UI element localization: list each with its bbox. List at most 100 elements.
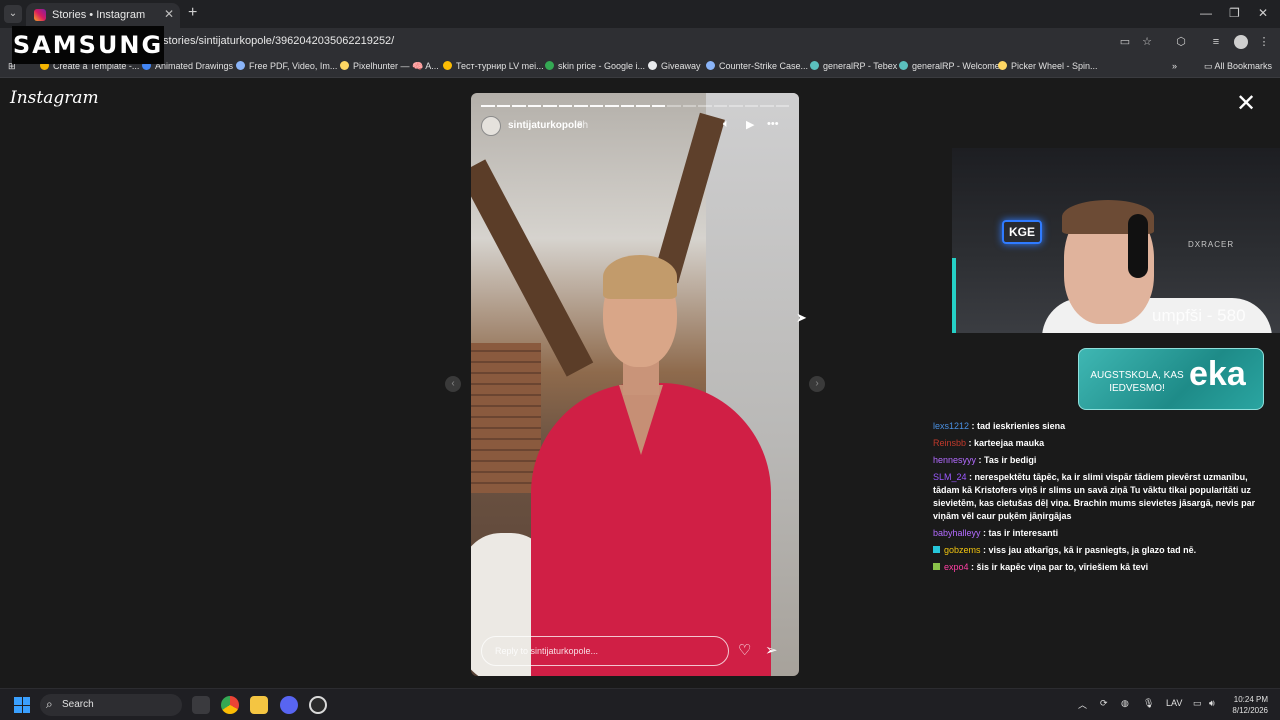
tray-overflow-icon[interactable]: ︿ [1078, 698, 1087, 711]
story-progress-segment [682, 105, 696, 107]
clock-date: 8/12/2026 [1232, 706, 1268, 715]
story-progress-segment [574, 105, 588, 107]
bookmark-item[interactable]: Counter-Strike Case... [706, 61, 808, 71]
bookmark-item[interactable]: generalRP - Welcome [899, 61, 1000, 71]
taskbar-search[interactable]: ⌕ Search [40, 694, 182, 716]
chat-message: babyhalleyy : tas ir interesanti [930, 527, 1276, 540]
chat-username[interactable]: Reinsbb [933, 438, 966, 448]
window-close-icon[interactable]: ✕ [1258, 6, 1268, 20]
all-bookmarks-folder[interactable]: ▭ All Bookmarks [1204, 61, 1272, 72]
chat-text: : viss jau atkarīgs, kā ir pasniegts, ja… [983, 545, 1197, 555]
maximize-icon[interactable]: ❐ [1229, 6, 1240, 20]
windows-start-icon[interactable] [14, 697, 30, 713]
share-send-icon[interactable]: ➢ [765, 641, 778, 659]
tray-network-icon[interactable]: ◍ [1121, 698, 1129, 709]
chat-message: hennesyyy : Tas ir bedigi [930, 454, 1276, 467]
story-progress-segment [543, 105, 557, 107]
stream-chat: lexs1212 : tad ieskrienies siena Reinsbb … [930, 420, 1276, 578]
new-tab-plus-icon[interactable]: + [188, 4, 197, 22]
story-progress-bar [481, 105, 789, 107]
next-story-arrow-icon[interactable]: › [809, 376, 825, 392]
story-timestamp: 8h [577, 120, 589, 131]
play-icon[interactable]: ▶ [746, 118, 754, 131]
tab-close-icon[interactable]: ✕ [164, 7, 174, 21]
chat-username[interactable]: babyhalleyy [933, 528, 981, 538]
minimize-icon[interactable]: — [1200, 6, 1212, 20]
tray-microphone-icon[interactable]: 🎙︎ [1143, 698, 1154, 709]
language-indicator[interactable]: LAV [1166, 698, 1182, 708]
browser-tab-active[interactable]: Stories • Instagram ✕ [26, 3, 180, 28]
previous-story-arrow-icon[interactable]: ‹ [445, 376, 461, 392]
like-heart-icon[interactable]: ♡ [738, 641, 751, 659]
chat-username[interactable]: SLM_24 [933, 472, 967, 482]
bookmark-favicon-icon [236, 61, 245, 70]
taskbar-search-label: Search [62, 699, 94, 710]
webcam-led-strip [952, 258, 956, 333]
story-progress-segment [636, 105, 650, 107]
chat-text: : Tas ir bedigi [978, 455, 1037, 465]
obs-icon[interactable] [309, 696, 327, 714]
story-progress-segment [512, 105, 526, 107]
tray-volume-icon[interactable]: 🔊︎ [1209, 698, 1215, 709]
story-user-avatar[interactable] [481, 116, 501, 136]
bookmark-item[interactable]: Pixelhunter — 🧠 A... [340, 61, 439, 72]
webcam-chair-brand: DXRACER [1188, 240, 1235, 249]
sponsor-banner: AUGSTSKOLA, KAS IEDVESMO! eka [1078, 348, 1264, 410]
chat-text: : karteejaa mauka [968, 438, 1045, 448]
tray-sync-icon[interactable]: ⟳ [1100, 698, 1108, 709]
chat-text: : šis ir kapēc viņa par to, vīriešiem kā… [971, 562, 1149, 572]
story-viewer[interactable]: sintijaturkopole 8h 🔈︎ ▶ ••• ♡ ➢ [471, 93, 799, 676]
story-progress-segment [775, 105, 789, 107]
bookmarks-overflow-icon[interactable]: » [1172, 61, 1177, 71]
bookmark-star-icon[interactable]: ☆ [1140, 35, 1154, 49]
mute-speaker-icon[interactable]: 🔈︎ [723, 118, 730, 131]
story-reply-field[interactable] [481, 636, 729, 666]
story-reply-input[interactable] [482, 637, 728, 665]
file-explorer-icon[interactable] [250, 696, 268, 714]
tab-title: Stories • Instagram [52, 9, 146, 21]
story-progress-segment [481, 105, 495, 107]
bookmark-favicon-icon [648, 61, 657, 70]
more-options-icon[interactable]: ••• [767, 118, 779, 130]
story-progress-segment [605, 105, 619, 107]
bookmark-item[interactable]: skin price - Google i... [545, 61, 645, 71]
browser-menu-icon[interactable]: ⋮ [1257, 35, 1271, 49]
instagram-logo[interactable]: Instagram [10, 88, 99, 108]
streamer-webcam: KGE DXRACER umpfši - 580 [952, 148, 1280, 333]
browser-tab-strip: ⌄ Stories • Instagram ✕ + — ❐ ✕ [0, 0, 1280, 28]
chat-text: : tas ir interesanti [983, 528, 1059, 538]
story-username[interactable]: sintijaturkopole [508, 120, 582, 131]
chat-username[interactable]: expo4 [944, 562, 969, 572]
story-progress-segment [496, 105, 510, 107]
discord-icon[interactable] [280, 696, 298, 714]
bookmarks-bar: ⊞ Create a Template -... Animated Drawin… [0, 56, 1280, 78]
story-progress-segment [651, 105, 665, 107]
bookmark-item[interactable]: Free PDF, Video, Im... [236, 61, 337, 71]
bookmark-item[interactable]: Giveaway [648, 61, 701, 71]
bookmark-item[interactable]: Тест-турнир LV mei... [443, 61, 544, 71]
bookmark-favicon-icon [443, 61, 452, 70]
chat-username[interactable]: hennesyyy [933, 455, 976, 465]
cast-icon[interactable]: ▭ [1118, 35, 1132, 49]
story-person-neckline [619, 385, 663, 455]
extensions-icon[interactable]: ⬡ [1174, 35, 1188, 49]
tab-search-chevron-icon[interactable]: ⌄ [4, 5, 22, 23]
windows-taskbar: ⌕ Search ︿ ⟳ ◍ 🎙︎ LAV ▭ 🔊︎ 10:24 PM 8/12… [0, 688, 1280, 720]
profile-avatar[interactable] [1234, 35, 1248, 49]
bookmark-item[interactable]: Picker Wheel - Spin... [998, 61, 1098, 71]
bookmark-favicon-icon [998, 61, 1007, 70]
media-controls-icon[interactable]: ≡ [1209, 35, 1223, 49]
address-bar-url[interactable]: /stories/sintijaturkopole/39620420350622… [160, 35, 394, 47]
browser-toolbar: /stories/sintijaturkopole/39620420350622… [0, 28, 1280, 56]
chrome-taskbar-icon[interactable] [221, 696, 239, 714]
chat-username[interactable]: lexs1212 [933, 421, 969, 431]
tray-display-icon[interactable]: ▭ [1193, 698, 1202, 709]
bookmark-favicon-icon [810, 61, 819, 70]
headset-icon [1128, 214, 1148, 278]
chat-username[interactable]: gobzems [944, 545, 981, 555]
chat-message: Reinsbb : karteejaa mauka [930, 437, 1276, 450]
task-view-icon[interactable] [192, 696, 210, 714]
bookmark-item[interactable]: generalRP - Tebex [810, 61, 897, 71]
taskbar-clock[interactable]: 10:24 PM 8/12/2026 [1232, 694, 1268, 716]
close-stories-button[interactable]: ✕ [1236, 92, 1256, 116]
